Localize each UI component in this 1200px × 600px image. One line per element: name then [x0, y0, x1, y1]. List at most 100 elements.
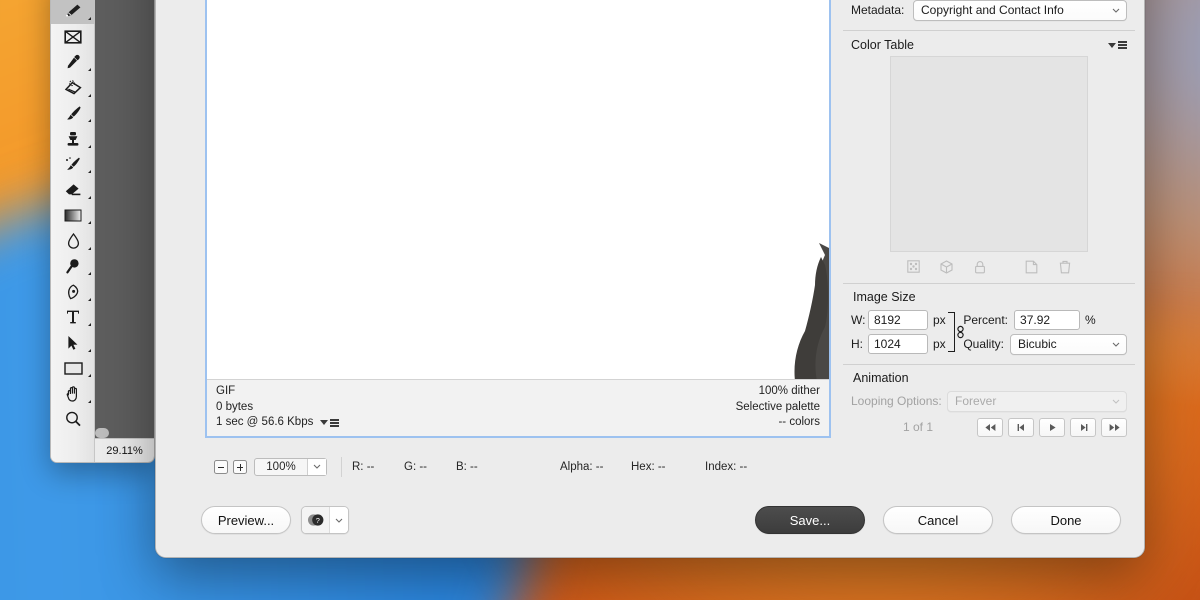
readout-alpha: Alpha: -- — [560, 460, 604, 473]
animation-title: Animation — [853, 371, 909, 385]
chevron-down-icon[interactable] — [307, 458, 326, 475]
tool-dodge-tool[interactable] — [51, 254, 95, 280]
color-table-swatches[interactable] — [890, 56, 1088, 252]
preview-options-flyout-icon[interactable] — [320, 419, 340, 427]
delete-swatch-icon[interactable] — [1048, 258, 1081, 275]
preview-file-size: 0 bytes — [216, 400, 254, 413]
image-width-label: W: — [851, 313, 866, 327]
image-height-field[interactable]: 1024 — [868, 334, 928, 354]
chevron-down-icon[interactable] — [1106, 8, 1126, 13]
chevron-down-icon[interactable] — [329, 507, 348, 533]
tool-healing-brush-tool[interactable] — [51, 152, 95, 178]
animation-group: Animation Looping Options: Forever 1 of … — [843, 364, 1135, 447]
last-frame-button[interactable] — [1101, 417, 1127, 437]
photoshop-scrollbar[interactable] — [95, 428, 109, 438]
image-quality-value: Bicubic — [1018, 337, 1057, 351]
transparency-swatch-icon[interactable] — [897, 258, 930, 275]
photoshop-canvas-area — [95, 0, 154, 462]
preview-pane: GIF 100% dither 0 bytes Selective palett… — [205, 0, 831, 438]
tool-rectangle-tool[interactable] — [51, 356, 95, 382]
preview-format: GIF — [216, 385, 236, 397]
preview-browser-select[interactable]: ? — [301, 506, 349, 534]
photoshop-toolbar[interactable] — [51, 0, 95, 462]
tool-brush-tool[interactable] — [51, 101, 95, 127]
preview-image-canvas[interactable] — [207, 0, 829, 379]
tool-expand-corner-icon — [88, 399, 91, 403]
tool-expand-corner-icon — [88, 221, 91, 224]
tool-expand-corner-icon — [88, 297, 91, 301]
first-frame-button[interactable] — [977, 417, 1003, 437]
readout-red: R: -- — [352, 460, 375, 473]
image-size-title: Image Size — [853, 290, 916, 304]
tool-clone-stamp-tool[interactable] — [51, 126, 95, 152]
next-frame-button[interactable] — [1070, 417, 1096, 437]
photoshop-zoom-status[interactable]: 29.11% — [95, 438, 154, 462]
metadata-value: Copyright and Contact Info — [921, 3, 1064, 17]
preview-image-subject — [794, 243, 829, 379]
preview-download-time: 1 sec @ 56.6 Kbps — [216, 416, 314, 428]
tool-expand-corner-icon — [88, 374, 91, 377]
tool-expand-corner-icon — [88, 170, 91, 173]
tool-patch-tool[interactable] — [51, 75, 95, 101]
color-management-group: Convert to sRGB Preview: Monitor Color M… — [843, 0, 1135, 30]
image-width-row: W: 8192 px — [851, 308, 946, 332]
metadata-select[interactable]: Copyright and Contact Info — [913, 0, 1127, 21]
readout-index: Index: -- — [705, 460, 748, 473]
web-safe-cube-icon[interactable] — [930, 258, 963, 275]
done-button[interactable]: Done — [1011, 506, 1121, 534]
image-percent-unit: % — [1085, 313, 1096, 327]
tool-expand-corner-icon — [88, 93, 91, 97]
image-height-label: H: — [851, 337, 863, 351]
color-table-header: Color Table — [851, 37, 1127, 56]
tool-pen-freeform-tool[interactable] — [51, 0, 95, 24]
status-divider — [341, 456, 342, 477]
zoom-level-select[interactable]: 100% — [254, 457, 327, 476]
readout-blue: B: -- — [456, 460, 478, 473]
zoom-level-value: 100% — [266, 460, 296, 473]
preview-frame[interactable]: GIF 100% dither 0 bytes Selective palett… — [205, 0, 831, 438]
chevron-down-icon[interactable] — [1106, 399, 1126, 404]
tool-blur-tool[interactable] — [51, 228, 95, 254]
tool-expand-corner-icon — [88, 246, 91, 250]
color-table-title: Color Table — [851, 38, 915, 52]
image-percent-value: 37.92 — [1020, 313, 1051, 327]
image-size-group: Image Size W: 8192 px H: 1024 px Percent… — [843, 283, 1135, 364]
image-width-unit: px — [933, 313, 946, 327]
constrain-proportions-toggle[interactable] — [946, 309, 964, 355]
preview-dither: 100% dither — [758, 385, 820, 397]
looping-options-select[interactable]: Forever — [947, 390, 1127, 412]
play-button[interactable] — [1039, 417, 1065, 437]
tool-expand-corner-icon — [88, 144, 91, 148]
color-readouts: R: -- G: -- B: -- Alpha: -- Hex: -- Inde… — [352, 461, 747, 473]
image-percent-field[interactable]: 37.92 — [1014, 310, 1081, 330]
preview-button[interactable]: Preview... — [201, 506, 291, 534]
new-swatch-icon[interactable] — [1015, 258, 1048, 275]
color-table-tools — [851, 258, 1127, 275]
tool-pen-tool[interactable] — [51, 279, 95, 305]
tool-type-tool[interactable] — [51, 305, 95, 331]
zoom-in-button[interactable] — [233, 459, 247, 474]
previous-frame-button[interactable] — [1008, 417, 1034, 437]
tool-zoom-tool[interactable] — [51, 407, 95, 433]
zoom-controls[interactable]: 100% — [205, 457, 327, 476]
zoom-out-button[interactable] — [214, 459, 228, 474]
looping-options-row: Looping Options: Forever — [851, 389, 1127, 413]
tool-path-selection-tool[interactable] — [51, 330, 95, 356]
tool-crop-slice-tool[interactable] — [51, 24, 95, 50]
browser-help-icon[interactable]: ? — [302, 507, 329, 533]
preview-palette: Selective palette — [735, 400, 820, 413]
dialog-button-bar: Preview... ? Save... Cancel Done — [156, 480, 1144, 557]
image-width-value: 8192 — [874, 313, 901, 327]
lock-swatch-icon[interactable] — [963, 258, 996, 275]
tool-eraser-tool[interactable] — [51, 177, 95, 203]
photoshop-app-window: 29.11% — [50, 0, 155, 463]
tool-hand-tool[interactable] — [51, 381, 95, 407]
tool-gradient-tool[interactable] — [51, 203, 95, 229]
save-button[interactable]: Save... — [755, 506, 865, 534]
color-table-flyout-icon[interactable] — [1108, 41, 1127, 49]
chevron-down-icon[interactable] — [1106, 342, 1126, 347]
image-quality-select[interactable]: Bicubic — [1010, 333, 1127, 355]
cancel-button[interactable]: Cancel — [883, 506, 993, 534]
image-width-field[interactable]: 8192 — [868, 310, 928, 330]
tool-eyedropper-tool[interactable] — [51, 50, 95, 76]
